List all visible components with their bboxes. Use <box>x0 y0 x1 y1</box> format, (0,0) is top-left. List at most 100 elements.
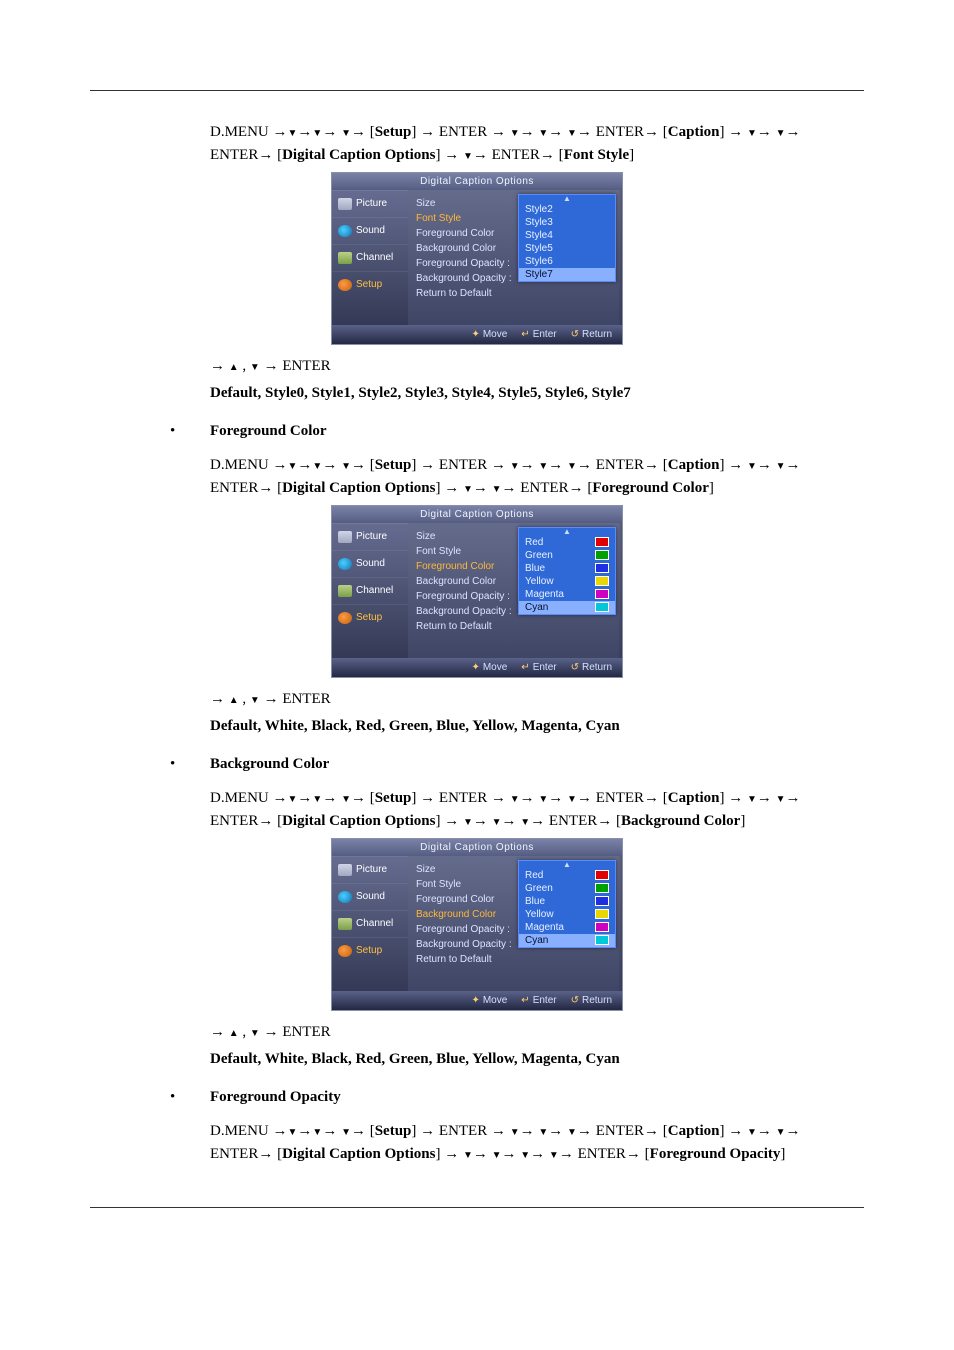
heading-fg-opacity: Foreground Opacity <box>210 1089 341 1106</box>
osd-popup: ▲RedGreenBlueYellowMagentaCyan <box>518 527 616 615</box>
color-swatch <box>595 576 609 586</box>
osd-footer: ✦Move ↵Enter ↺Return <box>332 325 622 344</box>
arrows-enter-text: → , → ENTER <box>210 355 864 378</box>
horizontal-rule-bottom <box>90 1207 864 1208</box>
osd-title: Digital Caption Options <box>332 173 622 190</box>
color-swatch <box>595 935 609 945</box>
enter-icon: ↵ <box>521 329 529 340</box>
tab-channel[interactable]: Channel <box>332 577 408 604</box>
tab-channel[interactable]: Channel <box>332 244 408 271</box>
picture-icon <box>338 198 352 210</box>
tab-picture[interactable]: Picture <box>332 856 408 883</box>
color-swatch <box>595 589 609 599</box>
osd-popup: ▲RedGreenBlueYellowMagentaCyan <box>518 860 616 948</box>
osd-option[interactable]: Blue <box>519 895 615 908</box>
move-icon: ✦ <box>471 662 479 673</box>
color-swatch <box>595 563 609 573</box>
channel-icon <box>338 918 352 930</box>
gear-icon <box>338 279 352 291</box>
path-bg-color: D.MENU →→→ → [Setup] → ENTER → → → → ENT… <box>210 787 864 834</box>
bg-color-values: Default, White, Black, Red, Green, Blue,… <box>210 1048 864 1071</box>
color-swatch <box>595 922 609 932</box>
return-icon: ↺ <box>571 329 579 340</box>
bullet-foreground-color: • Foreground Color <box>170 423 864 440</box>
osd-footer: ✦Move ↵Enter ↺Return <box>332 991 622 1010</box>
osd-option[interactable]: Style3 <box>519 216 615 229</box>
scroll-up-icon: ▲ <box>519 861 615 869</box>
osd-row: Return to Default <box>416 952 618 967</box>
tab-sound[interactable]: Sound <box>332 550 408 577</box>
osd-row: Return to Default <box>416 619 618 634</box>
bullet-dot: • <box>170 756 210 773</box>
color-swatch <box>595 909 609 919</box>
bullet-dot: • <box>170 423 210 440</box>
osd-option[interactable]: Style5 <box>519 242 615 255</box>
font-style-values-text: Default, Style0, Style1, Style2, Style3,… <box>210 385 631 401</box>
heading-foreground-color: Foreground Color <box>210 423 327 440</box>
color-swatch <box>595 550 609 560</box>
osd-tabs: Picture Sound Channel Setup <box>332 856 408 991</box>
horizontal-rule <box>90 90 864 91</box>
osd-option[interactable]: Green <box>519 882 615 895</box>
osd-option[interactable]: Cyan <box>519 934 615 947</box>
osd-option[interactable]: Magenta <box>519 588 615 601</box>
osd-option[interactable]: Yellow <box>519 908 615 921</box>
tab-sound[interactable]: Sound <box>332 217 408 244</box>
osd-list: SizeFont StyleForeground ColorBackground… <box>408 856 622 991</box>
sound-icon <box>338 891 352 903</box>
osd-popup: ▲Style2Style3Style4Style5Style6Style7 <box>518 194 616 282</box>
arrows-enter-text-2: → , → ENTER <box>210 688 864 711</box>
osd-option[interactable]: Style7 <box>519 268 615 281</box>
osd-window: Digital Caption Options Picture Sound Ch… <box>331 172 623 345</box>
path-fg-color: D.MENU →→→ → [Setup] → ENTER → → → → ENT… <box>210 454 864 501</box>
fg-color-values: Default, White, Black, Red, Green, Blue,… <box>210 715 864 738</box>
osd-tabs: Picture Sound Channel Setup <box>332 523 408 658</box>
path-fg-opacity: D.MENU →→→ → [Setup] → ENTER → → → → ENT… <box>210 1120 864 1167</box>
osd-option[interactable]: Blue <box>519 562 615 575</box>
enter-icon: ↵ <box>521 995 529 1006</box>
channel-icon <box>338 585 352 597</box>
osd-option[interactable]: Red <box>519 869 615 882</box>
osd-option[interactable]: Green <box>519 549 615 562</box>
gear-icon <box>338 612 352 624</box>
color-swatch <box>595 883 609 893</box>
osd-footer: ✦Move ↵Enter ↺Return <box>332 658 622 677</box>
osd-row: Return to Default <box>416 286 618 301</box>
osd-option[interactable]: Cyan <box>519 601 615 614</box>
tab-channel[interactable]: Channel <box>332 910 408 937</box>
tab-setup[interactable]: Setup <box>332 937 408 964</box>
picture-icon <box>338 864 352 876</box>
osd-window: Digital Caption Options Picture Sound Ch… <box>331 838 623 1011</box>
osd-option[interactable]: Style2 <box>519 203 615 216</box>
font-style-values: Default, Style0, Style1, Style2, Style3,… <box>210 382 864 405</box>
osd-option[interactable]: Style6 <box>519 255 615 268</box>
osd-option[interactable]: Red <box>519 536 615 549</box>
color-swatch <box>595 870 609 880</box>
arrows-enter-text-3: → , → ENTER <box>210 1021 864 1044</box>
move-icon: ✦ <box>471 995 479 1006</box>
tab-setup[interactable]: Setup <box>332 271 408 298</box>
sound-icon <box>338 225 352 237</box>
enter-icon: ↵ <box>521 662 529 673</box>
osd-screenshot-bg-color: Digital Caption Options Picture Sound Ch… <box>90 838 864 1011</box>
osd-window: Digital Caption Options Picture Sound Ch… <box>331 505 623 678</box>
channel-icon <box>338 252 352 264</box>
osd-list: SizeFont StyleForeground ColorBackground… <box>408 523 622 658</box>
bullet-dot: • <box>170 1089 210 1106</box>
picture-icon <box>338 531 352 543</box>
bg-color-values-text: Default, White, Black, Red, Green, Blue,… <box>210 1051 620 1067</box>
tab-sound[interactable]: Sound <box>332 883 408 910</box>
path-font-style: D.MENU →→→ → [Setup] → ENTER → → → → ENT… <box>210 121 864 168</box>
osd-tabs: Picture Sound Channel Setup <box>332 190 408 325</box>
osd-title: Digital Caption Options <box>332 506 622 523</box>
tab-setup[interactable]: Setup <box>332 604 408 631</box>
osd-option[interactable]: Style4 <box>519 229 615 242</box>
color-swatch <box>595 537 609 547</box>
osd-option[interactable]: Magenta <box>519 921 615 934</box>
color-swatch <box>595 602 609 612</box>
tab-picture[interactable]: Picture <box>332 523 408 550</box>
osd-option[interactable]: Yellow <box>519 575 615 588</box>
document-page: D.MENU →→→ → [Setup] → ENTER → → → → ENT… <box>0 0 954 1328</box>
bullet-fg-opacity: • Foreground Opacity <box>170 1089 864 1106</box>
tab-picture[interactable]: Picture <box>332 190 408 217</box>
